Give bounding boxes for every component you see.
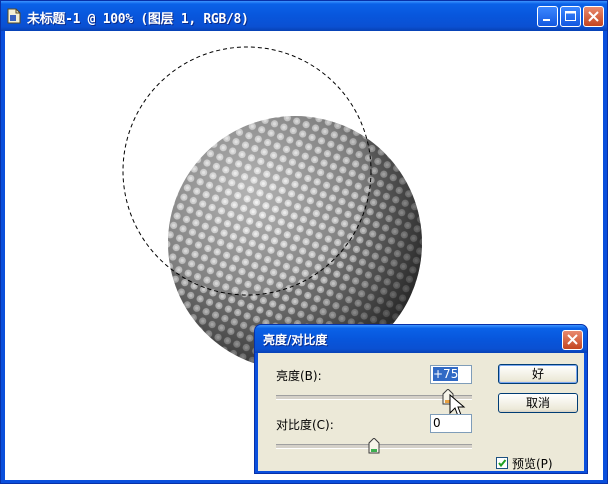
dialog-body: 亮度(B): +75 对比度(C): 0 好 取消 预览(P): [258, 353, 584, 471]
maximize-button[interactable]: [560, 6, 581, 27]
window-titlebar[interactable]: 未标题-1 @ 100% (图层 1, RGB/8): [1, 1, 607, 31]
dialog-titlebar[interactable]: 亮度/对比度: [255, 325, 587, 353]
contrast-input[interactable]: 0: [430, 414, 472, 433]
cancel-button[interactable]: 取消: [498, 393, 578, 413]
dialog-close-button[interactable]: [562, 330, 583, 350]
window-title: 未标题-1 @ 100% (图层 1, RGB/8): [27, 12, 249, 27]
ok-button[interactable]: 好: [498, 364, 578, 384]
dialog-title: 亮度/对比度: [263, 333, 328, 347]
contrast-slider-thumb[interactable]: [368, 438, 380, 454]
brightness-value: +75: [433, 367, 459, 381]
photoshop-document-icon: [7, 8, 21, 24]
brightness-input[interactable]: +75: [430, 365, 472, 384]
preview-label: 预览(P): [512, 457, 553, 471]
textured-sphere: [168, 116, 422, 370]
minimize-button[interactable]: [537, 6, 558, 27]
contrast-value: 0: [433, 416, 441, 430]
checkmark-icon: [498, 459, 507, 468]
contrast-label: 对比度(C):: [276, 418, 334, 432]
preview-checkbox[interactable]: [496, 457, 508, 469]
close-button[interactable]: [583, 6, 604, 27]
close-icon: [588, 11, 599, 22]
close-icon: [567, 334, 578, 345]
brightness-contrast-dialog: 亮度/对比度 亮度(B): +75 对比度(C): 0 好 取消 预览(P): [254, 324, 588, 474]
brightness-label: 亮度(B):: [276, 369, 322, 383]
maximize-icon: [565, 11, 576, 21]
minimize-icon: [543, 19, 550, 21]
